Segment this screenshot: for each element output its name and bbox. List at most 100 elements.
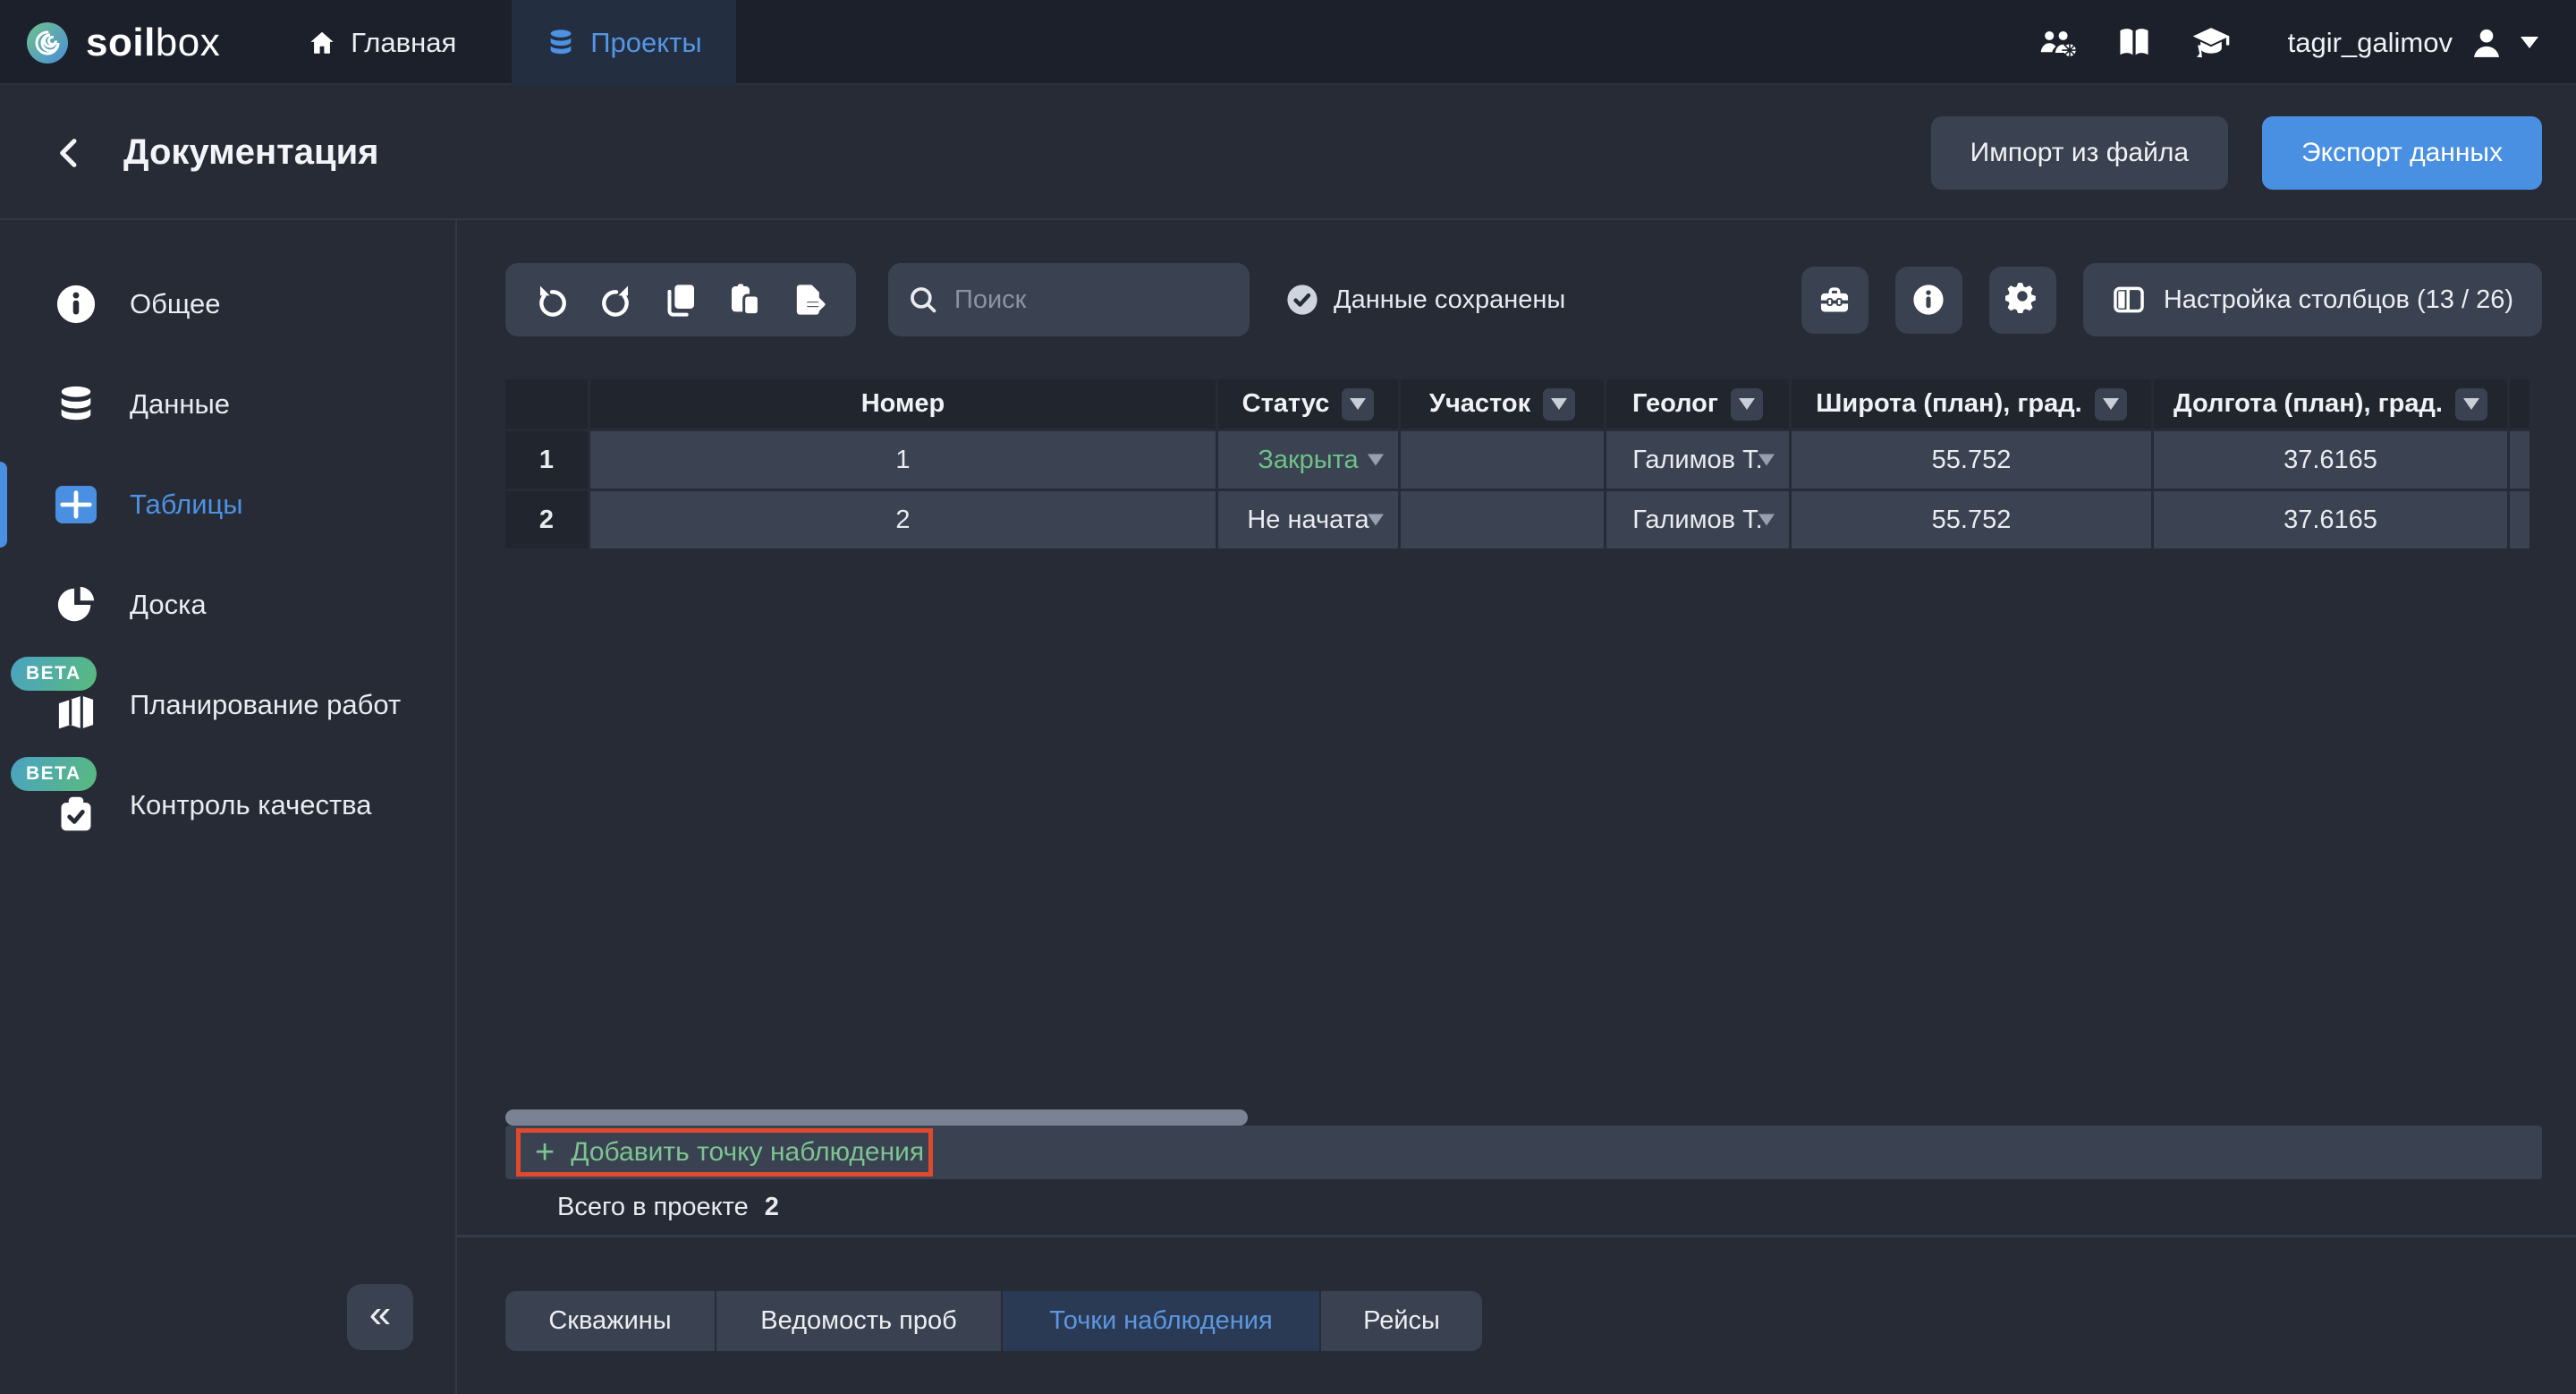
column-header-geologist[interactable]: Геолог bbox=[1606, 379, 1792, 431]
toolbox-button[interactable] bbox=[1801, 267, 1868, 334]
horizontal-scrollbar-thumb[interactable] bbox=[505, 1109, 1248, 1126]
save-status: Данные сохранены bbox=[1285, 283, 1565, 317]
cell-status[interactable]: Закрыта bbox=[1218, 431, 1401, 491]
navbar-right: tagir_galimov bbox=[1998, 25, 2538, 61]
nav-item-home[interactable]: Главная bbox=[297, 0, 467, 85]
search-box bbox=[888, 263, 1250, 336]
footer-divider bbox=[457, 1235, 2576, 1237]
dropdown-caret-icon bbox=[1368, 514, 1384, 526]
row-number-cell: 1 bbox=[505, 431, 590, 491]
nav-home-label: Главная bbox=[351, 27, 456, 59]
clipboard-check-icon bbox=[51, 795, 101, 834]
filter-icon[interactable] bbox=[1731, 388, 1763, 421]
cell-status[interactable]: Не начата bbox=[1218, 491, 1401, 551]
settings-button[interactable] bbox=[1989, 267, 2056, 334]
column-header-site[interactable]: Участок bbox=[1401, 379, 1606, 431]
undo-icon[interactable] bbox=[534, 282, 570, 318]
cell-number[interactable]: 2 bbox=[590, 491, 1218, 551]
sidebar-item-data[interactable]: Данные bbox=[0, 354, 457, 455]
table-toolbar: Данные сохранены bbox=[505, 263, 2542, 336]
cell-longitude[interactable]: 37.6165 bbox=[2154, 431, 2510, 491]
dropdown-caret-icon bbox=[1758, 455, 1775, 466]
export-data-button[interactable]: Экспорт данных bbox=[2262, 116, 2542, 190]
tab-observation-points[interactable]: Точки наблюдения bbox=[1001, 1291, 1319, 1351]
redo-icon[interactable] bbox=[598, 282, 634, 318]
cell-number[interactable]: 1 bbox=[590, 431, 1218, 491]
add-observation-point-row[interactable]: + Добавить точку наблюдения bbox=[505, 1126, 2542, 1179]
cell-partial bbox=[2510, 431, 2532, 491]
configure-columns-label: Настройка столбцов (13 / 26) bbox=[2164, 285, 2513, 315]
page-title: Документация bbox=[123, 132, 379, 173]
cell-longitude[interactable]: 37.6165 bbox=[2154, 491, 2510, 551]
page-header: Документация Импорт из файла Экспорт дан… bbox=[0, 85, 2576, 220]
main-content: Данные сохранены bbox=[457, 220, 2576, 1394]
sidebar-item-quality-control[interactable]: BETA Контроль качества bbox=[0, 755, 457, 855]
copy-icon[interactable] bbox=[663, 282, 699, 318]
cell-partial bbox=[2510, 491, 2532, 551]
export-file-icon[interactable] bbox=[792, 282, 827, 318]
brand-logo[interactable]: soilbox bbox=[27, 21, 220, 65]
user-management-icon[interactable] bbox=[2038, 27, 2077, 59]
soilbox-logo-icon bbox=[27, 22, 68, 64]
filter-icon[interactable] bbox=[2095, 388, 2127, 421]
column-header-latitude[interactable]: Широта (план), град. bbox=[1792, 379, 2154, 431]
filter-icon[interactable] bbox=[2455, 388, 2487, 421]
sidebar-item-work-planning[interactable]: BETA Планирование работ bbox=[0, 655, 457, 755]
double-chevron-left-icon: « bbox=[369, 1295, 391, 1334]
toolbox-icon bbox=[1818, 283, 1852, 317]
cell-geologist[interactable]: Галимов Т. bbox=[1606, 431, 1792, 491]
education-cap-icon[interactable] bbox=[2191, 26, 2231, 60]
database-icon bbox=[51, 384, 101, 425]
columns-icon bbox=[2112, 283, 2146, 317]
info-button[interactable] bbox=[1895, 267, 1962, 334]
check-circle-icon bbox=[1285, 283, 1319, 317]
column-header-partial bbox=[2510, 379, 2532, 431]
gear-icon bbox=[2005, 279, 2039, 320]
filter-icon[interactable] bbox=[1342, 388, 1374, 421]
pie-chart-icon bbox=[51, 584, 101, 625]
sidebar-item-general[interactable]: Общее bbox=[0, 254, 457, 354]
search-input[interactable] bbox=[953, 285, 1230, 316]
sidebar-item-board[interactable]: Доска bbox=[0, 555, 457, 655]
sidebar-collapse-button[interactable]: « bbox=[347, 1284, 413, 1350]
table-icon bbox=[51, 485, 101, 524]
database-icon bbox=[546, 28, 576, 58]
column-header-status[interactable]: Статус bbox=[1218, 379, 1401, 431]
cell-site[interactable] bbox=[1401, 491, 1606, 551]
configure-columns-button[interactable]: Настройка столбцов (13 / 26) bbox=[2083, 263, 2542, 336]
add-observation-point-label: Добавить точку наблюдения bbox=[571, 1137, 924, 1168]
nav-projects-label: Проекты bbox=[590, 27, 701, 59]
observation-points-table: Номер Статус Участок Геолог Широта (план… bbox=[505, 379, 2532, 551]
user-avatar-icon bbox=[2469, 25, 2504, 61]
column-header-longitude[interactable]: Долгота (план), град. bbox=[2154, 379, 2510, 431]
tab-trips[interactable]: Рейсы bbox=[1319, 1291, 1482, 1351]
dropdown-caret-icon bbox=[1758, 514, 1775, 526]
beta-badge: BETA bbox=[11, 757, 97, 791]
filter-icon[interactable] bbox=[1543, 388, 1575, 421]
cell-latitude[interactable]: 55.752 bbox=[1792, 431, 2154, 491]
brand-text: soilbox bbox=[86, 21, 220, 65]
sidebar-item-tables[interactable]: Таблицы bbox=[0, 455, 457, 555]
cell-latitude[interactable]: 55.752 bbox=[1792, 491, 2154, 551]
cell-geologist[interactable]: Галимов Т. bbox=[1606, 491, 1792, 551]
column-header-rownum bbox=[505, 379, 590, 431]
row-number-cell: 2 bbox=[505, 491, 590, 551]
edit-actions-panel bbox=[505, 263, 856, 336]
top-navbar: soilbox Главная Проекты bbox=[0, 0, 2576, 85]
beta-badge: BETA bbox=[11, 657, 97, 691]
nav-item-projects[interactable]: Проекты bbox=[512, 0, 735, 85]
annotation-highlight-box: + Добавить точку наблюдения bbox=[516, 1128, 933, 1177]
tab-sample-register[interactable]: Ведомость проб bbox=[715, 1291, 1001, 1351]
import-from-file-button[interactable]: Импорт из файла bbox=[1931, 116, 2228, 190]
toolbar-right: Настройка столбцов (13 / 26) bbox=[1801, 263, 2542, 336]
cell-site[interactable] bbox=[1401, 431, 1606, 491]
total-label: Всего в проекте bbox=[557, 1193, 749, 1222]
project-total: Всего в проекте 2 bbox=[557, 1179, 779, 1235]
account-menu[interactable]: tagir_galimov bbox=[2288, 25, 2538, 61]
paste-icon[interactable] bbox=[727, 282, 763, 318]
tab-wells[interactable]: Скважины bbox=[505, 1291, 715, 1351]
column-header-number[interactable]: Номер bbox=[590, 379, 1218, 431]
back-button[interactable] bbox=[52, 133, 88, 173]
docs-book-icon[interactable] bbox=[2116, 27, 2152, 59]
sidebar: Общее Данные bbox=[0, 220, 457, 1394]
